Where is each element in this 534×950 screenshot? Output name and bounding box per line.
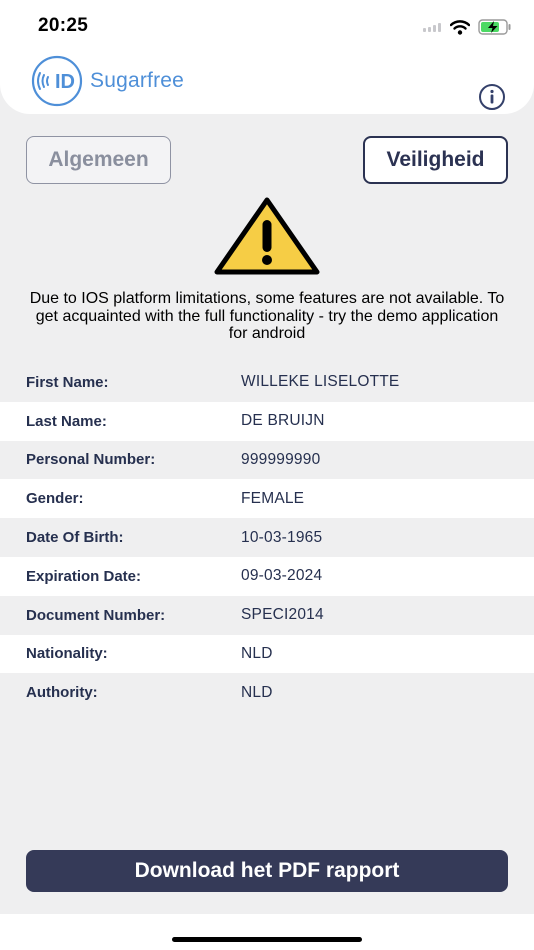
status-time: 20:25 (38, 15, 89, 36)
sugarfree-logo: ID Sugarfree (26, 55, 184, 107)
field-label: Nationality: (26, 645, 108, 663)
field-value: 10-03-1965 (241, 528, 323, 546)
field-label: Gender: (26, 490, 84, 508)
signal-icon (423, 23, 441, 32)
field-label: Expiration Date: (26, 567, 142, 585)
field-value: SPECI2014 (241, 606, 324, 624)
home-indicator[interactable] (172, 937, 362, 942)
field-row-date-of-birth: Date Of Birth: 10-03-1965 (0, 518, 534, 557)
field-row-last-name: Last Name: DE BRUIJN (0, 401, 534, 441)
field-label: Date Of Birth: (26, 529, 124, 547)
field-label: Personal Number: (26, 451, 156, 469)
field-value: NLD (241, 683, 273, 701)
warning-icon (214, 197, 320, 275)
field-row-nationality: Nationality: NLD (0, 634, 534, 674)
field-label: Document Number: (26, 606, 166, 624)
field-label: First Name: (26, 373, 109, 391)
field-label: Last Name: (26, 412, 107, 430)
wifi-icon (450, 19, 470, 35)
logo-text: Sugarfree (90, 69, 185, 92)
tab-algemeen[interactable]: Algemeen (26, 136, 171, 184)
tab-veiligheid[interactable]: Veiligheid (363, 136, 508, 184)
download-pdf-button[interactable]: Download het PDF rapport (26, 850, 508, 892)
document-fields: First Name: WILLEKE LISELOTTE Last Name:… (0, 363, 534, 712)
field-row-gender: Gender: FEMALE (0, 479, 534, 519)
field-value: FEMALE (241, 489, 305, 507)
id-nfc-logo-icon: ID (31, 55, 83, 107)
field-value: 09-03-2024 (241, 567, 323, 585)
field-value: 999999990 (241, 450, 321, 468)
app-header: ID Sugarfree (0, 46, 534, 114)
status-bar: 20:25 (0, 0, 534, 46)
status-icons (422, 17, 512, 37)
field-row-expiration-date: Expiration Date: 09-03-2024 (0, 556, 534, 596)
field-row-document-number: Document Number: SPECI2014 (0, 596, 534, 635)
field-value: WILLEKE LISELOTTE (241, 373, 400, 391)
field-row-first-name: First Name: WILLEKE LISELOTTE (0, 363, 534, 402)
info-icon[interactable] (478, 83, 506, 111)
field-label: Authority: (26, 684, 98, 702)
battery-charging-icon (478, 19, 511, 35)
field-value: DE BRUIJN (241, 412, 325, 430)
platform-notice: Due to IOS platform limitations, some fe… (29, 290, 505, 342)
field-row-authority: Authority: NLD (0, 673, 534, 712)
field-value: NLD (241, 644, 273, 662)
svg-text:ID: ID (55, 71, 75, 93)
bottom-bar (0, 914, 534, 950)
field-row-personal-number: Personal Number: 999999990 (0, 441, 534, 480)
